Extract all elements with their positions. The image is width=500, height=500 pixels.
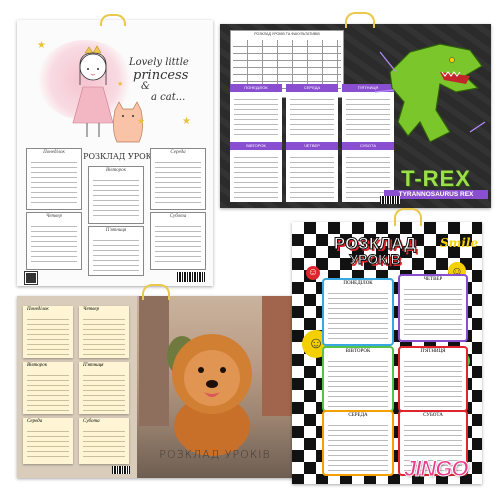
note-card: П'ятниця <box>79 362 129 414</box>
star-icon: ★ <box>182 116 191 127</box>
day-panel: ВІВТОРОК <box>230 142 282 202</box>
page-title: Розклад уроків <box>333 234 417 268</box>
hanger-cord <box>100 14 126 26</box>
day-panel: ЧЕТВЕР <box>286 142 338 202</box>
day-bubble: СЕРЕДА <box>322 410 394 476</box>
qr-code <box>24 271 38 285</box>
star-icon: ★ <box>137 116 146 126</box>
day-panel: ПОНЕДІЛОК <box>230 84 282 142</box>
dino-name: T-REX TYRANNOSAURUS REX <box>384 166 488 199</box>
day-box: Середа <box>150 148 206 210</box>
barcode <box>112 466 130 474</box>
poster-smile: Розклад уроків Smile ☺ ☺ ☺ ☺ ПОНЕДІЛОК Ч… <box>292 222 482 484</box>
day-bubble: ВІВТОРОК <box>322 346 394 412</box>
watermark-logo: JINGO <box>403 456 468 482</box>
dinosaur-illustration <box>374 43 486 143</box>
note-card: Середа <box>23 418 73 464</box>
day-box: Четвер <box>26 212 82 270</box>
star-icon: ★ <box>117 81 124 88</box>
hanger-cord <box>345 12 375 28</box>
poster-dog: Понеділок Четвер Вівторок П'ятниця Серед… <box>17 296 293 478</box>
page-title: РОЗКЛАД УРОКІВ <box>159 448 271 461</box>
poster-dino: РОЗКЛАД УРОКІВ ТА ФАКУЛЬТАТИВІВ ПОНЕДІЛО… <box>220 24 491 208</box>
day-bubble: ПОНЕДІЛОК <box>322 278 394 346</box>
poster-princess: ★ ★ ★ ★ Lovely little princess & a cat..… <box>17 20 213 286</box>
day-box: Понеділок <box>26 148 82 210</box>
star-icon: ★ <box>37 40 46 51</box>
day-box: Субота <box>150 212 206 270</box>
princess-title: Lovely little princess & a cat... <box>129 57 189 103</box>
smiley-icon: ☺ <box>306 266 320 280</box>
day-panel: СЕРЕДА <box>286 84 338 142</box>
hanger-cord <box>394 208 422 226</box>
brand-label: Smile <box>440 236 479 250</box>
barcode <box>380 196 400 204</box>
hanger-cord <box>142 284 170 300</box>
day-bubble: П'ЯТНИЦЯ <box>398 346 468 412</box>
note-card: Понеділок <box>23 306 73 358</box>
day-box: Вівторок <box>88 166 144 224</box>
note-card: Четвер <box>79 306 129 358</box>
note-card: Субота <box>79 418 129 464</box>
day-box: П'ятниця <box>88 226 144 276</box>
dog-illustration <box>172 334 252 456</box>
barcode <box>177 272 205 282</box>
day-bubble: ЧЕТВЕР <box>398 274 468 342</box>
note-card: Вівторок <box>23 362 73 414</box>
